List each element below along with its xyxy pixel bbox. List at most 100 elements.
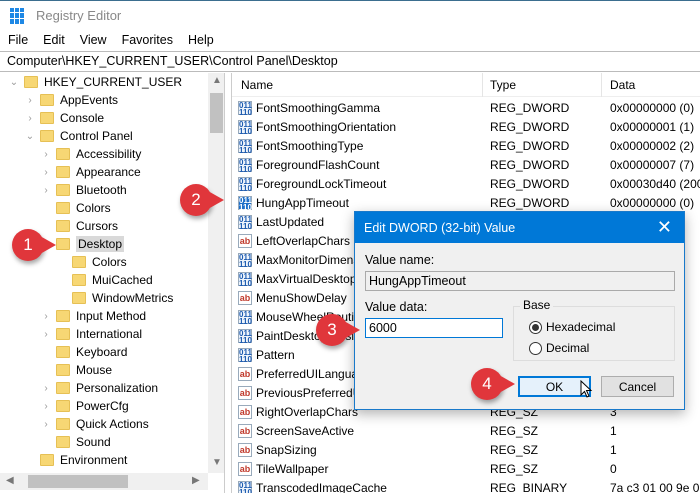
tree-item[interactable]: › Bluetooth	[40, 181, 127, 199]
chevron-down-icon[interactable]: ⌄	[8, 77, 20, 88]
tree-item[interactable]: Mouse	[40, 361, 112, 379]
tree-item[interactable]: › Quick Actions	[40, 415, 149, 433]
tree-item[interactable]: ⌄ Control Panel	[24, 127, 133, 145]
decimal-label: Decimal	[546, 341, 590, 355]
value-row[interactable]: 011 110 FontSmoothingOrientation REG_DWORD 0…	[232, 117, 700, 136]
tree-item[interactable]: › AppEvents	[24, 91, 118, 109]
tree-vertical-scrollbar[interactable]: ▲ ▼	[208, 73, 224, 473]
chevron-right-icon[interactable]: ›	[24, 95, 36, 106]
chevron-right-icon[interactable]: ›	[40, 311, 52, 322]
tree-item-label: Console	[60, 111, 105, 125]
cancel-button[interactable]: Cancel	[601, 376, 674, 397]
close-icon[interactable]: ✕	[657, 217, 672, 238]
tree-item[interactable]: › International	[40, 325, 142, 343]
value-row[interactable]: ab TileWallpaper REG_SZ 0	[232, 459, 700, 478]
menu-view[interactable]: View	[72, 33, 114, 47]
chevron-down-icon[interactable]: ⌄	[24, 131, 36, 142]
value-row[interactable]: 011 110 TranscodedImageCache REG_BINARY 7a c…	[232, 478, 700, 493]
folder-icon	[72, 274, 86, 286]
window-title: Registry Editor	[36, 8, 122, 23]
tree-item[interactable]: MuiCached	[56, 271, 153, 289]
tree-item-label: Bluetooth	[76, 183, 127, 197]
menu-file[interactable]: File	[0, 33, 35, 47]
address-bar[interactable]: Computer\HKEY_CURRENT_USER\Control Panel…	[0, 51, 700, 72]
tree-item[interactable]: Sound	[40, 433, 111, 451]
tree-item-label: MuiCached	[92, 273, 153, 287]
dword-value-icon: 011 110	[238, 480, 252, 493]
value-name: ForegroundLockTimeout	[256, 176, 387, 191]
key-tree: Environment Sound › Quick Actions › PowerCfg ›…	[0, 73, 225, 493]
tree-item-label: Colors	[76, 201, 111, 215]
value-row[interactable]: 011 110 ForegroundFlashCount REG_DWORD 0x000…	[232, 155, 700, 174]
tree-item-label: AppEvents	[60, 93, 119, 107]
tree-item[interactable]: WindowMetrics	[56, 289, 173, 307]
folder-icon	[56, 364, 70, 376]
folder-icon	[56, 400, 70, 412]
value-data-input[interactable]: 6000	[365, 318, 503, 338]
value-type: REG_DWORD	[490, 176, 570, 191]
value-row[interactable]: ab SnapSizing REG_SZ 1	[232, 440, 700, 459]
hexadecimal-radio[interactable]: Hexadecimal	[529, 320, 615, 334]
tree-item-label: Colors	[92, 255, 127, 269]
menu-help[interactable]: Help	[180, 33, 221, 47]
tree-item[interactable]: › Console	[24, 109, 104, 127]
tree-item[interactable]: › Input Method	[40, 307, 146, 325]
step-badge-2: 2	[180, 184, 224, 216]
tree-item[interactable]: Colors	[56, 253, 127, 271]
tree-item[interactable]: › Personalization	[40, 379, 158, 397]
tree-item-label: HKEY_CURRENT_USER	[44, 75, 183, 89]
chevron-right-icon[interactable]: ›	[40, 167, 52, 178]
dword-value-icon: 011 110	[238, 214, 252, 231]
folder-icon	[56, 436, 70, 448]
chevron-right-icon[interactable]: ›	[24, 113, 36, 124]
value-row[interactable]: 011 110 FontSmoothingGamma REG_DWORD 0x00000…	[232, 98, 700, 117]
folder-icon	[56, 382, 70, 394]
decimal-radio[interactable]: Decimal	[529, 341, 589, 355]
value-row[interactable]: 011 110 FontSmoothingType REG_DWORD 0x000000…	[232, 136, 700, 155]
value-row[interactable]: 011 110 ForegroundLockTimeout REG_DWORD 0x00…	[232, 174, 700, 193]
column-type[interactable]: Type	[490, 78, 516, 92]
folder-icon	[40, 112, 54, 124]
tree-item[interactable]: Keyboard	[40, 343, 127, 361]
chevron-right-icon[interactable]: ›	[40, 401, 52, 412]
chevron-right-icon[interactable]: ›	[40, 329, 52, 340]
chevron-right-icon[interactable]: ›	[40, 185, 52, 196]
tree-item-label: Cursors	[76, 219, 119, 233]
tree-item[interactable]: Colors	[40, 199, 111, 217]
scroll-thumb[interactable]	[28, 475, 128, 488]
tree-item-label: Quick Actions	[76, 417, 149, 431]
scroll-thumb[interactable]	[210, 93, 223, 133]
value-data: 1	[610, 423, 617, 438]
menu-favorites[interactable]: Favorites	[114, 33, 180, 47]
tree-item-label: International	[76, 327, 143, 341]
tree-horizontal-scrollbar[interactable]: ◀ ▶	[0, 473, 208, 490]
folder-icon	[56, 328, 70, 340]
folder-icon	[40, 94, 54, 106]
folder-icon	[56, 148, 70, 160]
menu-edit[interactable]: Edit	[35, 33, 72, 47]
value-name: LastUpdated	[256, 214, 325, 229]
chevron-right-icon[interactable]: ›	[40, 419, 52, 430]
tree-item[interactable]: › PowerCfg	[40, 397, 128, 415]
column-header: Name Type Data	[232, 73, 700, 97]
tree-item-label: Accessibility	[76, 147, 142, 161]
chevron-right-icon[interactable]: ›	[40, 383, 52, 394]
column-name[interactable]: Name	[241, 78, 273, 92]
tree-item[interactable]: › Accessibility	[40, 145, 141, 163]
tree-item[interactable]: Environment	[24, 451, 127, 469]
value-row[interactable]: ab ScreenSaveActive REG_SZ 1	[232, 421, 700, 440]
menu-bar: File Edit View Favorites Help	[0, 30, 221, 50]
dword-value-icon: 011 110	[238, 100, 252, 117]
value-type: REG_SZ	[490, 423, 539, 438]
tree-item-label: Sound	[76, 435, 111, 449]
value-name: HungAppTimeout	[256, 195, 349, 210]
tree-item[interactable]: Cursors	[40, 217, 118, 235]
column-data[interactable]: Data	[610, 78, 635, 92]
tree-item[interactable]: ⌄ HKEY_CURRENT_USER	[8, 73, 182, 91]
dword-value-icon: 011 110	[238, 176, 252, 193]
chevron-right-icon[interactable]: ›	[40, 149, 52, 160]
dword-value-icon: 011 110	[238, 119, 252, 136]
tree-item[interactable]: › Appearance	[40, 163, 140, 181]
value-row[interactable]: 011 110 HungAppTimeout REG_DWORD 0x00000000 …	[232, 193, 700, 212]
value-name: FontSmoothingType	[256, 138, 364, 153]
